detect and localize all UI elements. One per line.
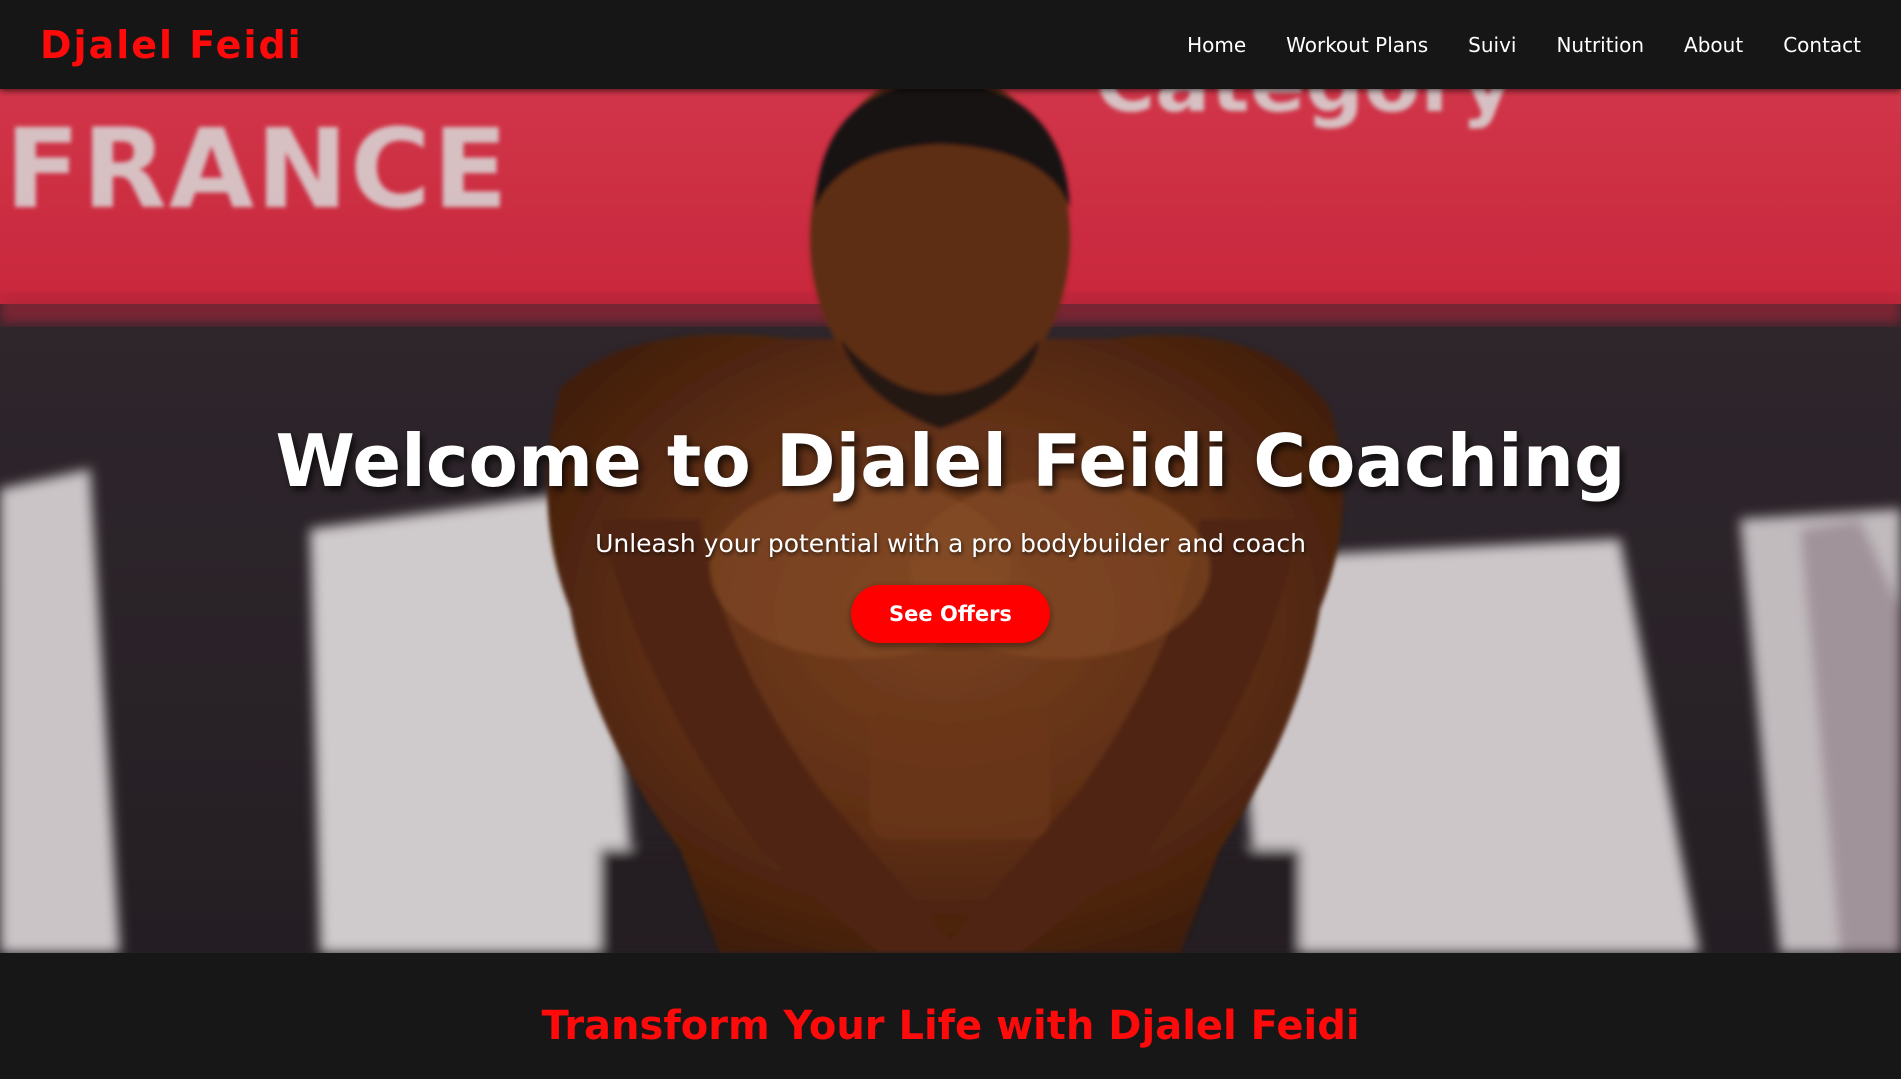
section-title: Transform Your Life with Djalel Feidi xyxy=(541,1003,1360,1049)
nav-item-contact[interactable]: Contact xyxy=(1783,33,1861,57)
hero-content: Welcome to Djalel Feidi Coaching Unleash… xyxy=(0,89,1901,953)
nav-item-workout-plans[interactable]: Workout Plans xyxy=(1286,33,1428,57)
nav-item-home[interactable]: Home xyxy=(1187,33,1246,57)
brand-logo[interactable]: Djalel Feidi xyxy=(40,23,303,67)
hero-section: FRANCE Category xyxy=(0,89,1901,953)
nav-item-suivi[interactable]: Suivi xyxy=(1468,33,1516,57)
hero-subtitle: Unleash your potential with a pro bodybu… xyxy=(595,529,1306,558)
intro-section: Transform Your Life with Djalel Feidi xyxy=(0,953,1901,1079)
nav-item-nutrition[interactable]: Nutrition xyxy=(1556,33,1644,57)
see-offers-button[interactable]: See Offers xyxy=(851,585,1050,643)
main-nav: Home Workout Plans Suivi Nutrition About… xyxy=(1187,33,1861,57)
hero-title: Welcome to Djalel Feidi Coaching xyxy=(275,419,1626,503)
nav-item-about[interactable]: About xyxy=(1684,33,1743,57)
top-navbar: Djalel Feidi Home Workout Plans Suivi Nu… xyxy=(0,0,1901,89)
